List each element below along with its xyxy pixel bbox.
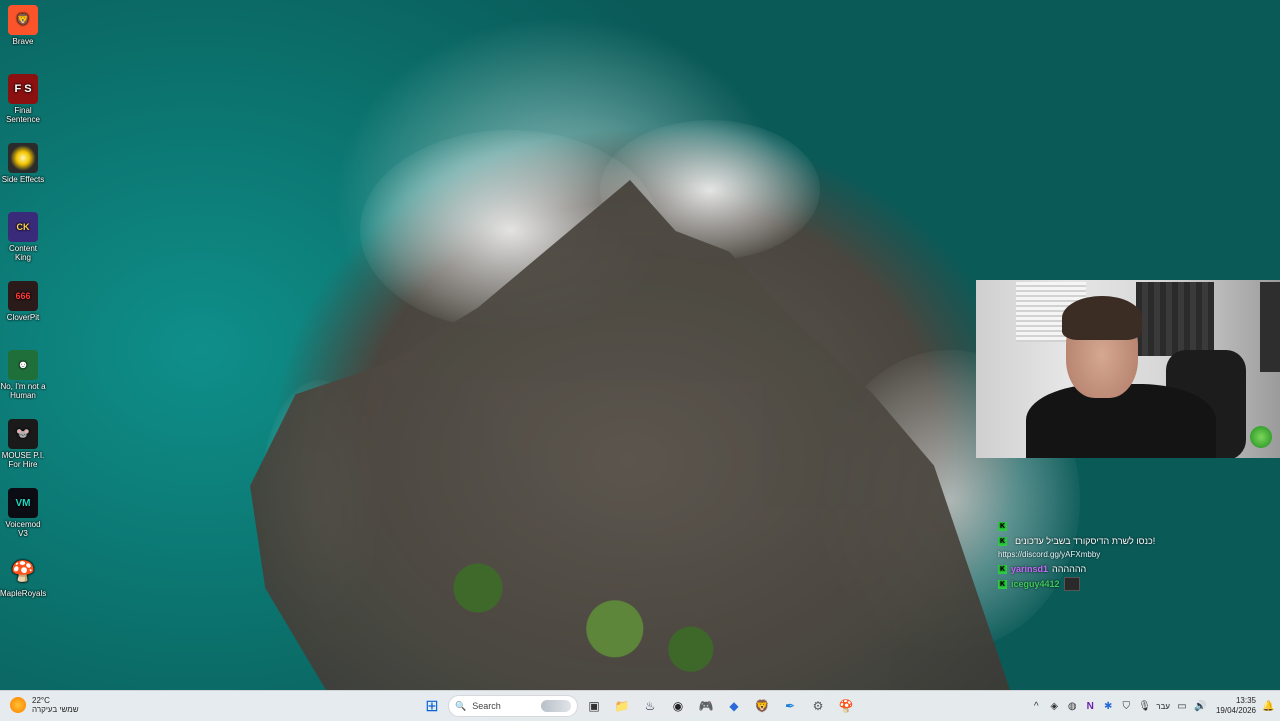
network-icon[interactable]: ▭ <box>1176 701 1188 712</box>
desktop-icon-content-king[interactable]: CK Content King <box>0 212 46 262</box>
desktop-icon-label: MOUSE P.I. For Hire <box>1 451 45 469</box>
desktop-icon-no-im-not-a-human[interactable]: ☻ No, I'm not a Human <box>0 350 46 400</box>
notification-icon[interactable]: 🔔 <box>1262 701 1274 712</box>
taskbar-apps: ⊞ 🔍 Search ▣ 📁 ♨ ◉ 🎮 ◆ 🦁 ✒ ⚙ 🍄 <box>420 694 858 718</box>
search-input[interactable]: 🔍 Search <box>448 695 578 717</box>
desktop-icon-label: No, I'm not a Human <box>0 382 46 400</box>
clock-time: 13:35 <box>1235 696 1256 705</box>
desktop-icon-label: Content King <box>8 244 38 262</box>
mouse-pi-icon: 🐭 <box>8 419 38 449</box>
windows-start-icon[interactable]: ⊞ <box>420 694 444 718</box>
settings-icon[interactable]: ⚙ <box>806 694 830 718</box>
content-king-icon: CK <box>8 212 38 242</box>
chat-username: yarinsd1 <box>1011 564 1049 574</box>
tray-browser-icon[interactable]: ◍ <box>1066 701 1078 712</box>
language-indicator[interactable]: עבר <box>1156 702 1170 711</box>
desktop-icon-label: Brave <box>12 37 34 46</box>
microphone-icon[interactable]: 🎙 <box>1138 701 1151 712</box>
obs-icon[interactable]: ◉ <box>666 694 690 718</box>
kick-badge-icon: K <box>998 521 1007 531</box>
desktop-icon-voicemod[interactable]: VM Voicemod V3 <box>0 488 46 538</box>
brave-lion-icon: 🦁 <box>8 5 38 35</box>
webcam-overlay <box>976 280 1280 458</box>
weather-widget[interactable]: 22°C שמשי בעיקרה <box>10 696 79 714</box>
no-im-not-a-human-icon: ☻ <box>8 350 38 380</box>
gem-app-icon[interactable]: ◆ <box>722 694 746 718</box>
chevron-up-icon[interactable]: ^ <box>1030 701 1042 712</box>
desktop-icon-label: CloverPit <box>6 313 40 322</box>
chat-link: https://discord.gg/yAFXmbby <box>998 549 1101 559</box>
clock-date: 19/04/2026 <box>1215 706 1256 715</box>
mascot-icon <box>1250 426 1272 448</box>
final-sentence-icon: F S <box>8 74 38 104</box>
stream-chat-overlay: K K כנסו לשרת הדיסקורד בשביל עדכונים! ht… <box>998 519 1268 592</box>
volume-icon[interactable]: 🔊 <box>1194 701 1206 712</box>
chat-username: iceguy4412 <box>1011 579 1060 589</box>
kick-badge-icon: K <box>998 579 1007 589</box>
cloverpit-icon: 666 <box>8 281 38 311</box>
mushroom-icon: 🍄 <box>10 560 36 583</box>
shield-icon[interactable]: ⛉ <box>1120 701 1132 712</box>
brave-browser-icon[interactable]: 🦁 <box>750 694 774 718</box>
chat-message: K כנסו לשרת הדיסקורד בשביל עדכונים! <box>998 534 1268 548</box>
chat-message: K iceguy4412 <box>998 577 1268 591</box>
side-effects-icon <box>8 143 38 173</box>
search-icon: 🔍 <box>455 700 467 711</box>
voicemod-icon: VM <box>8 488 38 518</box>
maple-mushroom-icon[interactable]: 🍄 <box>834 694 858 718</box>
chat-message: K <box>998 519 1268 533</box>
chat-message: K yarinsd1 הההההה <box>998 562 1268 576</box>
emote-icon <box>1063 577 1080 591</box>
desktop-icon-label: Final Sentence <box>6 106 40 124</box>
search-highlight-icon <box>541 700 571 712</box>
desktop-icon-mapleroyals[interactable]: 🍄 MapleRoyals <box>0 557 47 599</box>
desktop-icon-brave[interactable]: 🦁 Brave <box>0 5 46 46</box>
weather-desc: שמשי בעיקרה <box>32 705 79 714</box>
file-explorer-icon[interactable]: 📁 <box>610 694 634 718</box>
taskbar: 22°C שמשי בעיקרה ⊞ 🔍 Search ▣ 📁 ♨ ◉ 🎮 ◆ … <box>0 690 1280 721</box>
kick-badge-icon: K <box>998 536 1007 546</box>
chat-text: כנסו לשרת הדיסקורד בשביל עדכונים! <box>1015 536 1156 546</box>
tray-app-icon[interactable]: ◈ <box>1048 701 1060 712</box>
sun-icon <box>10 697 26 713</box>
desktop-icon-mouse-pi[interactable]: 🐭 MOUSE P.I. For Hire <box>0 419 46 469</box>
feather-app-icon[interactable]: ✒ <box>778 694 802 718</box>
desktop-icon-final-sentence[interactable]: F S Final Sentence <box>0 74 46 124</box>
onenote-icon[interactable]: N <box>1084 701 1096 712</box>
desktop-icon-label: MapleRoyals <box>0 589 47 598</box>
search-placeholder: Search <box>472 701 501 711</box>
system-tray: ^ ◈ ◍ N ✱ ⛉ 🎙 עבר ▭ 🔊 13:35 19/04/2026 🔔 <box>1030 691 1280 721</box>
discord-icon[interactable]: 🎮 <box>694 694 718 718</box>
desktop-icon-label: Side Effects <box>1 175 45 184</box>
clock[interactable]: 13:35 19/04/2026 <box>1216 696 1256 716</box>
steam-icon[interactable]: ♨ <box>638 694 662 718</box>
chat-text: הההההה <box>1052 564 1087 574</box>
desktop-icon-label: Voicemod V3 <box>5 520 41 538</box>
bluetooth-icon[interactable]: ✱ <box>1102 701 1114 712</box>
desktop-icon-cloverpit[interactable]: 666 CloverPit <box>0 281 46 322</box>
task-view-icon[interactable]: ▣ <box>582 694 606 718</box>
desktop-icon-side-effects[interactable]: Side Effects <box>0 143 46 184</box>
chat-message-link: https://discord.gg/yAFXmbby <box>998 547 1268 561</box>
kick-badge-icon: K <box>998 564 1007 574</box>
weather-temp: 22°C <box>32 696 50 705</box>
